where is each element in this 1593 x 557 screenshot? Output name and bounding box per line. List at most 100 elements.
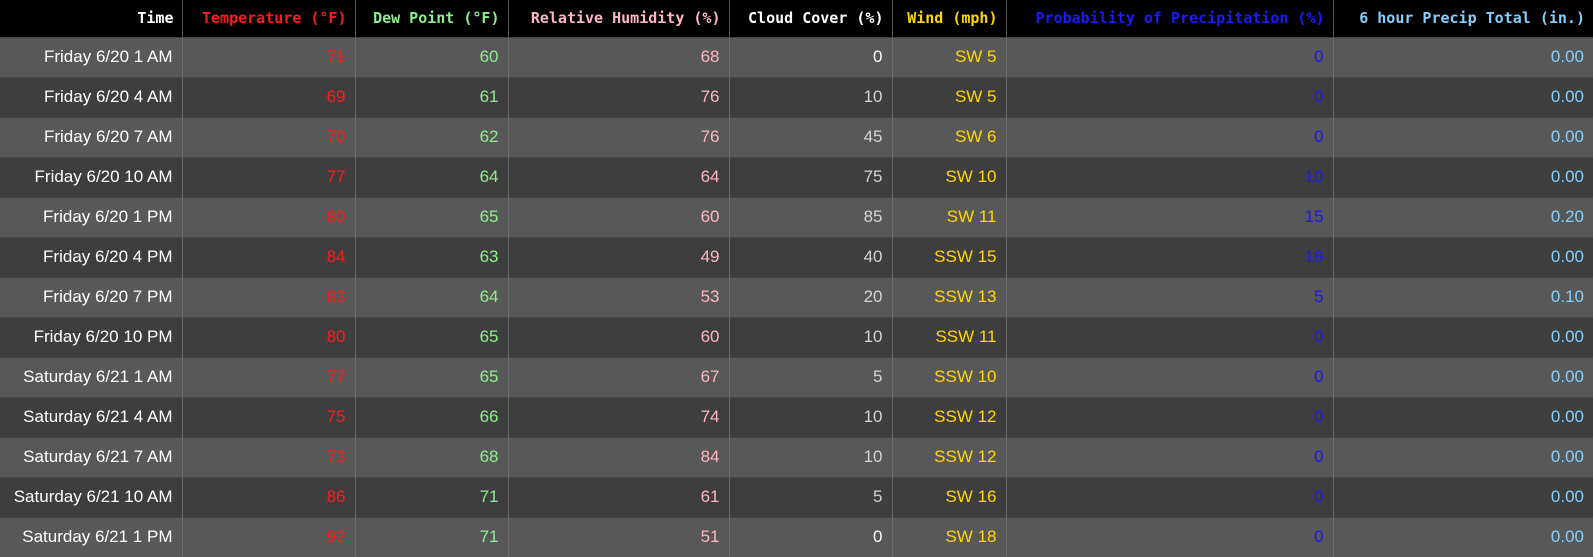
header-cloud-cover: Cloud Cover (%)	[729, 0, 893, 37]
cell-precip-total: 0.00	[1333, 236, 1593, 277]
cell-precip-total: 0.00	[1333, 76, 1593, 117]
cell-wind: SW 18	[892, 516, 1007, 557]
cell-wind: SSW 10	[892, 356, 1007, 397]
cell-time: Friday 6/20 7 AM	[0, 116, 183, 157]
cell-wind: SSW 12	[892, 396, 1007, 437]
cell-relative-humidity: 60	[508, 316, 730, 357]
cell-precip-probability: 0	[1006, 436, 1334, 477]
cell-time: Friday 6/20 4 PM	[0, 236, 183, 277]
cell-wind: SW 5	[892, 36, 1007, 77]
table-row: Friday 6/20 7 AM 70 62 76 45 SW 6 0 0.00	[0, 116, 1593, 157]
cell-wind: SW 16	[892, 476, 1007, 517]
cell-time: Friday 6/20 1 PM	[0, 196, 183, 237]
cell-precip-total: 0.00	[1333, 156, 1593, 197]
cell-cloud-cover: 40	[729, 236, 893, 277]
table-row: Friday 6/20 10 PM 80 65 60 10 SSW 11 0 0.00	[0, 316, 1593, 357]
cell-temperature: 75	[182, 396, 356, 437]
cell-relative-humidity: 49	[508, 236, 730, 277]
cell-precip-total: 0.00	[1333, 316, 1593, 357]
cell-temperature: 80	[182, 316, 356, 357]
cell-temperature: 92	[182, 516, 356, 557]
header-precip-probability: Probability of Precipitation (%)	[1006, 0, 1334, 37]
cell-relative-humidity: 68	[508, 36, 730, 77]
table-row: Saturday 6/21 4 AM 75 66 74 10 SSW 12 0 0.00	[0, 396, 1593, 437]
cell-precip-probability: 10	[1006, 156, 1334, 197]
table-row: Friday 6/20 7 PM 83 64 53 20 SSW 13 5 0.10	[0, 276, 1593, 317]
cell-time: Saturday 6/21 7 AM	[0, 436, 183, 477]
cell-dew-point: 65	[355, 316, 509, 357]
header-precip-total: 6 hour Precip Total (in.)	[1333, 0, 1593, 37]
cell-time: Friday 6/20 7 PM	[0, 276, 183, 317]
cell-precip-probability: 15	[1006, 196, 1334, 237]
forecast-table: Time Temperature (°F) Dew Point (°F) Rel…	[0, 0, 1593, 557]
cell-precip-total: 0.00	[1333, 116, 1593, 157]
table-row: Friday 6/20 4 PM 84 63 49 40 SSW 15 18 0.00	[0, 236, 1593, 277]
cell-dew-point: 64	[355, 276, 509, 317]
cell-time: Friday 6/20 4 AM	[0, 76, 183, 117]
header-wind: Wind (mph)	[892, 0, 1007, 37]
cell-cloud-cover: 10	[729, 76, 893, 117]
table-row: Saturday 6/21 7 AM 73 68 84 10 SSW 12 0 0.00	[0, 436, 1593, 477]
cell-time: Friday 6/20 10 AM	[0, 156, 183, 197]
cell-relative-humidity: 51	[508, 516, 730, 557]
cell-precip-total: 0.00	[1333, 436, 1593, 477]
cell-precip-total: 0.00	[1333, 396, 1593, 437]
cell-precip-probability: 5	[1006, 276, 1334, 317]
cell-wind: SW 11	[892, 196, 1007, 237]
cell-wind: SW 6	[892, 116, 1007, 157]
cell-dew-point: 60	[355, 36, 509, 77]
header-temperature: Temperature (°F)	[182, 0, 356, 37]
cell-cloud-cover: 0	[729, 516, 893, 557]
cell-time: Saturday 6/21 4 AM	[0, 396, 183, 437]
table-row: Saturday 6/21 1 AM 77 65 67 5 SSW 10 0 0.00	[0, 356, 1593, 397]
cell-wind: SSW 13	[892, 276, 1007, 317]
cell-relative-humidity: 53	[508, 276, 730, 317]
cell-cloud-cover: 10	[729, 436, 893, 477]
cell-relative-humidity: 67	[508, 356, 730, 397]
cell-temperature: 77	[182, 156, 356, 197]
cell-dew-point: 65	[355, 196, 509, 237]
cell-precip-total: 0.00	[1333, 36, 1593, 77]
cell-relative-humidity: 74	[508, 396, 730, 437]
cell-temperature: 69	[182, 76, 356, 117]
cell-dew-point: 66	[355, 396, 509, 437]
cell-temperature: 86	[182, 476, 356, 517]
cell-cloud-cover: 5	[729, 476, 893, 517]
cell-cloud-cover: 45	[729, 116, 893, 157]
cell-relative-humidity: 61	[508, 476, 730, 517]
cell-precip-total: 0.00	[1333, 516, 1593, 557]
cell-cloud-cover: 85	[729, 196, 893, 237]
table-row: Friday 6/20 4 AM 69 61 76 10 SW 5 0 0.00	[0, 76, 1593, 117]
cell-relative-humidity: 76	[508, 116, 730, 157]
cell-precip-probability: 0	[1006, 356, 1334, 397]
cell-temperature: 84	[182, 236, 356, 277]
cell-temperature: 71	[182, 36, 356, 77]
cell-relative-humidity: 64	[508, 156, 730, 197]
cell-time: Saturday 6/21 1 AM	[0, 356, 183, 397]
cell-cloud-cover: 75	[729, 156, 893, 197]
table-row: Saturday 6/21 1 PM 92 71 51 0 SW 18 0 0.00	[0, 516, 1593, 557]
cell-wind: SSW 12	[892, 436, 1007, 477]
cell-time: Saturday 6/21 10 AM	[0, 476, 183, 517]
cell-precip-total: 0.00	[1333, 476, 1593, 517]
cell-wind: SW 10	[892, 156, 1007, 197]
cell-precip-total: 0.20	[1333, 196, 1593, 237]
cell-precip-probability: 18	[1006, 236, 1334, 277]
cell-relative-humidity: 84	[508, 436, 730, 477]
cell-temperature: 77	[182, 356, 356, 397]
cell-temperature: 70	[182, 116, 356, 157]
cell-cloud-cover: 10	[729, 396, 893, 437]
cell-wind: SSW 11	[892, 316, 1007, 357]
cell-dew-point: 63	[355, 236, 509, 277]
table-body: Friday 6/20 1 AM 71 60 68 0 SW 5 0 0.00 Friday 6…	[0, 36, 1593, 557]
cell-precip-probability: 0	[1006, 516, 1334, 557]
cell-temperature: 83	[182, 276, 356, 317]
cell-temperature: 80	[182, 196, 356, 237]
cell-dew-point: 65	[355, 356, 509, 397]
cell-precip-probability: 0	[1006, 36, 1334, 77]
cell-dew-point: 71	[355, 476, 509, 517]
cell-temperature: 73	[182, 436, 356, 477]
header-dew-point: Dew Point (°F)	[355, 0, 509, 37]
cell-dew-point: 61	[355, 76, 509, 117]
cell-dew-point: 62	[355, 116, 509, 157]
